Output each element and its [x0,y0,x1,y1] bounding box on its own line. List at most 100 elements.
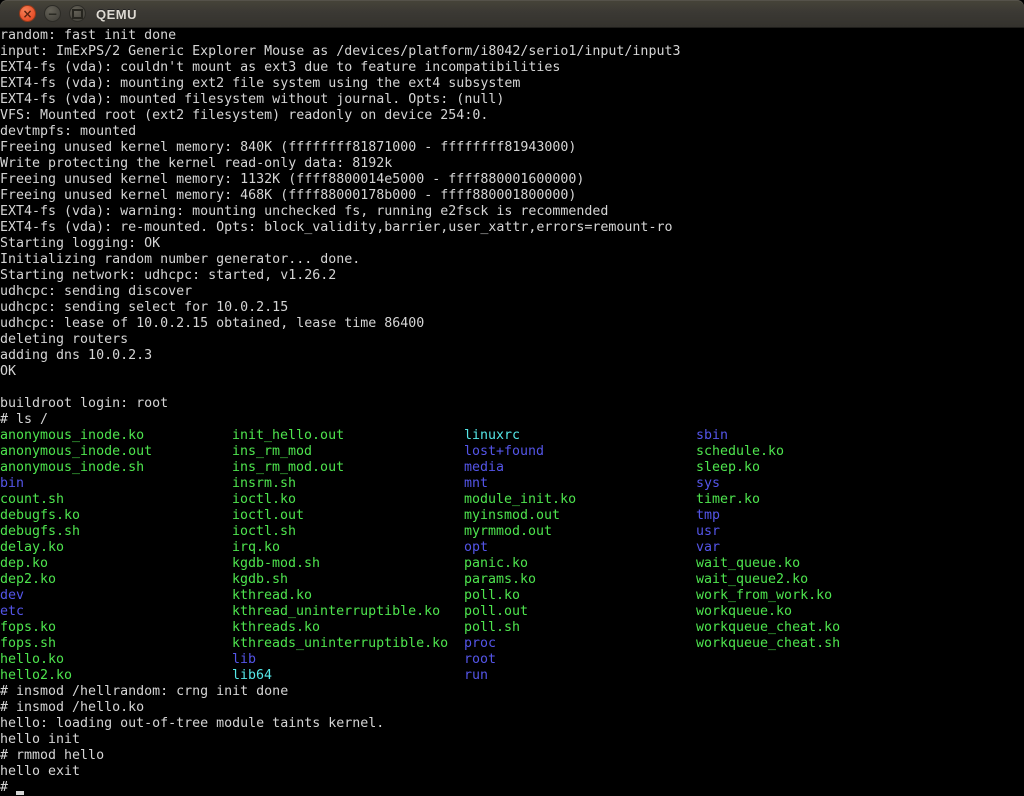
terminal-line: fops.kokthreads.kopoll.shworkqueue_cheat… [0,620,1024,636]
ls-directory-entry: opt [464,540,488,556]
ls-file-entry: kthread.ko [232,588,312,604]
terminal-line: delay.ko irq.ko opt var [0,540,1024,556]
ls-file-entry: wait_queue2.ko [696,572,808,588]
ls-file-entry: debugfs.sh [0,524,80,540]
ls-file-entry: init_hello.out [232,428,344,444]
ls-directory-entry: tmp [696,508,720,524]
ls-file-entry: ioctl.sh [232,524,296,540]
ls-file-entry: dep.ko [0,556,48,572]
terminal-line: hello init [0,732,1024,748]
ls-file-entry: hello2.ko [0,668,72,684]
terminal-line: adding dns 10.0.2.3 [0,348,1024,364]
ls-file-entry: fops.ko [0,620,56,636]
ls-file-entry: irq.ko [232,540,280,556]
terminal-line: anonymous_inode.out ins_rm_mod lost+found s… [0,444,1024,460]
maximize-button[interactable] [69,5,86,22]
ls-file-entry: anonymous_inode.out [0,444,152,460]
ls-file-entry: work_from_work.ko [696,588,832,604]
terminal-line: hello.ko lib root [0,652,1024,668]
ls-directory-entry: etc [0,604,24,620]
ls-file-entry: fops.sh [0,636,56,652]
terminal-line: fops.sh kthreads_uninterruptible.ko proc wo… [0,636,1024,652]
terminal-line: EXT4-fs (vda): warning: mounting uncheck… [0,204,1024,220]
terminal-line: udhcpc: sending select for 10.0.2.15 [0,300,1024,316]
ls-file-entry: myinsmod.out [464,508,560,524]
ls-file-entry: kthread_uninterruptible.ko [232,604,440,620]
terminal-line: dep2.kokgdb.shparams.kowait_queue2.ko [0,572,1024,588]
terminal-line: deleting routers [0,332,1024,348]
terminal-line: Freeing unused kernel memory: 1132K (fff… [0,172,1024,188]
close-button[interactable]: × [19,5,36,22]
ls-file-entry: params.ko [464,572,536,588]
terminal-line: input: ImExPS/2 Generic Explorer Mouse a… [0,44,1024,60]
ls-file-entry: hello.ko [0,652,64,668]
ls-file-entry: kgdb-mod.sh [232,556,320,572]
terminal-cursor [16,791,24,795]
ls-file-entry: anonymous_inode.ko [0,428,144,444]
terminal-line: devtmpfs: mounted [0,124,1024,140]
terminal-line: etc kthread_uninterruptible.ko poll.out wor… [0,604,1024,620]
minimize-icon: − [47,8,57,20]
ls-file-entry: poll.sh [464,620,520,636]
ls-file-entry: ioctl.ko [232,492,296,508]
ls-file-entry: delay.ko [0,540,64,556]
ls-file-entry: kthreads.ko [232,620,320,636]
ls-file-entry: schedule.ko [696,444,784,460]
terminal-line: OK [0,364,1024,380]
terminal-line: buildroot login: root [0,396,1024,412]
ls-directory-entry: var [696,540,720,556]
ls-file-entry: poll.out [464,604,528,620]
ls-file-entry: ins_rm_mod [232,444,312,460]
terminal-line: random: fast init done [0,28,1024,44]
terminal-line: EXT4-fs (vda): mounted filesystem withou… [0,92,1024,108]
terminal-line: # rmmod hello [0,748,1024,764]
ls-file-entry: ins_rm_mod.out [232,460,344,476]
terminal-line [0,380,1024,396]
ls-directory-entry: run [464,668,488,684]
terminal-line: EXT4-fs (vda): couldn't mount as ext3 du… [0,60,1024,76]
window-title: QEMU [96,0,137,28]
terminal-line: Freeing unused kernel memory: 840K (ffff… [0,140,1024,156]
terminal-line: Freeing unused kernel memory: 468K (ffff… [0,188,1024,204]
ls-file-entry: panic.ko [464,556,528,572]
ls-file-entry: workqueue.ko [696,604,792,620]
terminal-line: udhcpc: lease of 10.0.2.15 obtained, lea… [0,316,1024,332]
ls-directory-entry: usr [696,524,720,540]
ls-symlink-entry: linuxrc [464,428,520,444]
ls-directory-entry: root [464,652,496,668]
ls-file-entry: workqueue_cheat.sh [696,636,840,652]
terminal-line: anonymous_inode.ko init_hello.out linuxrc s… [0,428,1024,444]
terminal-screen[interactable]: random: fast init doneinput: ImExPS/2 Ge… [0,28,1024,796]
terminal-line: count.shioctl.komodule_init.kotimer.ko [0,492,1024,508]
terminal-line: hello2.kolib64run [0,668,1024,684]
terminal-line: Initializing random number generator... … [0,252,1024,268]
ls-file-entry: wait_queue.ko [696,556,800,572]
terminal-line: Starting logging: OK [0,236,1024,252]
terminal-line: EXT4-fs (vda): re-mounted. Opts: block_v… [0,220,1024,236]
ls-directory-entry: sbin [696,428,728,444]
ls-directory-entry: mnt [464,476,488,492]
ls-file-entry: anonymous_inode.sh [0,460,144,476]
terminal-line: EXT4-fs (vda): mounting ext2 file system… [0,76,1024,92]
ls-directory-entry: lib [232,652,256,668]
ls-file-entry: myrmmod.out [464,524,552,540]
terminal-line: bininsrm.shmntsys [0,476,1024,492]
ls-directory-entry: media [464,460,504,476]
terminal-line: hello: loading out-of-tree module taints… [0,716,1024,732]
terminal-line: dep.ko kgdb-mod.sh panic.ko wait_queue.ko [0,556,1024,572]
ls-directory-entry: dev [0,588,24,604]
minimize-button[interactable]: − [44,5,61,22]
terminal-line: VFS: Mounted root (ext2 filesystem) read… [0,108,1024,124]
ls-file-entry: debugfs.ko [0,508,80,524]
shell-prompt-line: # [0,780,1024,796]
ls-directory-entry: proc [464,636,496,652]
terminal-line: # insmod /hello.ko [0,700,1024,716]
terminal-line: anonymous_inode.sh ins_rm_mod.out media sle… [0,460,1024,476]
ls-directory-entry: lost+found [464,444,544,460]
ls-file-entry: count.sh [0,492,64,508]
ls-file-entry: kthreads_uninterruptible.ko [232,636,448,652]
close-icon: × [22,8,32,20]
ls-directory-entry: bin [0,476,24,492]
terminal-line: # ls / [0,412,1024,428]
ls-file-entry: sleep.ko [696,460,760,476]
